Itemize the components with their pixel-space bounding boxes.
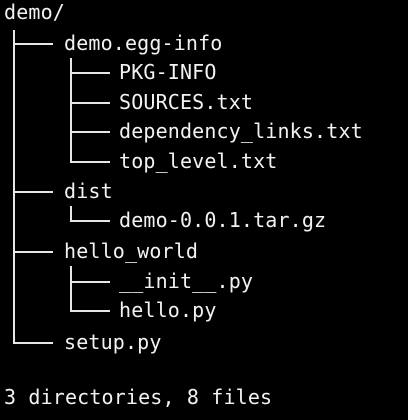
dir-dist: dist [64, 179, 113, 203]
branch-connector [70, 161, 110, 163]
branch-connector [70, 131, 110, 133]
dir-demo-egg-info: demo.egg-info [64, 31, 223, 55]
branch-connector [70, 72, 110, 74]
subtree-line [70, 206, 72, 221]
file-setup-py: setup.py [64, 330, 162, 354]
file-init-py: __init__.py [119, 269, 254, 293]
subtree-line [70, 266, 72, 311]
file-hello-py: hello.py [119, 298, 217, 322]
tree-root: demo/ [4, 0, 65, 24]
branch-connector [70, 281, 110, 283]
file-demo-tarball: demo-0.0.1.tar.gz [119, 208, 327, 232]
tree-summary: 3 directories, 8 files [4, 385, 273, 409]
branch-connector [70, 220, 110, 222]
branch-connector [70, 102, 110, 104]
branch-connector [13, 251, 53, 253]
file-pkg-info: PKG-INFO [119, 60, 217, 84]
branch-connector [13, 43, 53, 45]
tree-trunk-line [13, 30, 15, 343]
branch-connector [13, 191, 53, 193]
file-sources-txt: SOURCES.txt [119, 90, 254, 114]
dir-hello-world: hello_world [64, 239, 199, 263]
branch-connector [13, 342, 53, 344]
file-top-level-txt: top_level.txt [119, 149, 278, 173]
file-dependency-links-txt: dependency_links.txt [119, 119, 363, 143]
branch-connector [70, 310, 110, 312]
terminal-window: demo/ demo.egg-info PKG-INFO SOURCES.txt… [0, 0, 408, 420]
